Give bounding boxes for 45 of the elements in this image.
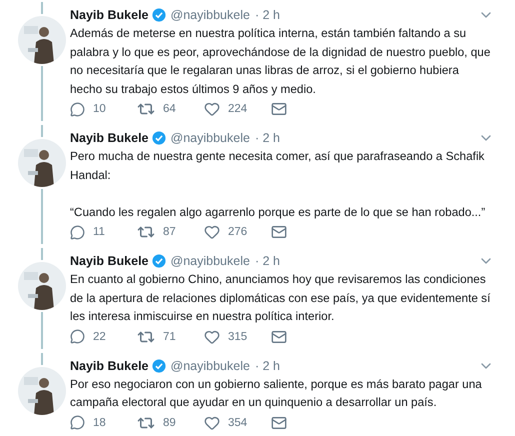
author-name[interactable]: Nayib Bukele xyxy=(70,356,149,374)
mail-icon[interactable] xyxy=(271,328,287,344)
heart-icon[interactable] xyxy=(204,414,220,430)
author-handle[interactable]: @nayibbukele xyxy=(170,356,250,374)
like-count: 315 xyxy=(228,330,248,342)
heart-icon[interactable] xyxy=(204,224,220,240)
mail-icon[interactable] xyxy=(271,414,287,430)
heart-icon[interactable] xyxy=(204,328,220,344)
tweet-text: Además de meterse en nuestra política interna, están también faltando a su palabra y lo que es peor, aprovechándose de la dignidad de nuestro pueblo, que no necesitaría que le regalaran unas libras de arroz, si el gobierno hubiera hecho su trabajo estos últimos 9 años y medio. xyxy=(70,25,492,98)
tweet-time[interactable]: · 2 h xyxy=(254,6,280,24)
reply-count: 10 xyxy=(93,103,106,115)
like-count: 224 xyxy=(228,103,248,115)
author-handle[interactable]: @nayibbukele xyxy=(170,129,250,147)
heart-icon[interactable] xyxy=(204,101,220,117)
reply-count: 22 xyxy=(93,330,106,342)
reply-icon[interactable] xyxy=(70,329,85,344)
tweet-time[interactable]: · 2 h xyxy=(254,129,280,147)
reply-icon[interactable] xyxy=(70,102,85,116)
reply-count: 18 xyxy=(93,416,106,428)
like-count: 276 xyxy=(228,226,248,238)
author-name[interactable]: Nayib Bukele xyxy=(70,252,149,270)
author-handle[interactable]: @nayibbukele xyxy=(170,6,250,24)
avatar[interactable] xyxy=(18,139,66,187)
avatar[interactable] xyxy=(18,366,66,414)
reply-count: 11 xyxy=(93,226,105,238)
like-count: 354 xyxy=(228,416,248,428)
tweet-text: En cuanto al gobierno Chino, anunciamos hoy que revisaremos las condiciones de la apertura de relaciones diplomáticas con ese país, ya que evidentemente sí les interesa inmiscuirse en nuestra política interior. xyxy=(70,271,492,325)
author-name[interactable]: Nayib Bukele xyxy=(70,6,149,24)
retweet-count: 87 xyxy=(163,226,176,238)
avatar[interactable] xyxy=(18,262,66,310)
retweet-count: 71 xyxy=(163,330,176,342)
author-handle[interactable]: @nayibbukele xyxy=(170,252,250,270)
tweet-text: Por eso negociaron con un gobierno saliente, porque es más barato pagar una campaña electoral que ayudar en un quinquenio a desarrollar un país. xyxy=(70,376,483,411)
retweet-count: 64 xyxy=(163,103,176,115)
retweet-count: 89 xyxy=(163,416,176,428)
tweet-time[interactable]: · 2 h xyxy=(254,252,280,270)
mail-icon[interactable] xyxy=(271,101,287,117)
tweet-text: “Cuando les regalen algo agarrenlo porque es parte de lo que se han robado...” xyxy=(70,204,486,220)
tweet-text: Pero mucha de nuestra gente necesita comer, así que parafraseando a Schafik Handal: xyxy=(70,148,486,184)
tweet-time[interactable]: · 2 h xyxy=(254,356,280,374)
author-name[interactable]: Nayib Bukele xyxy=(70,129,149,147)
avatar[interactable] xyxy=(18,16,66,64)
reply-icon[interactable] xyxy=(70,415,85,430)
reply-icon[interactable] xyxy=(70,224,85,240)
mail-icon[interactable] xyxy=(271,224,287,240)
